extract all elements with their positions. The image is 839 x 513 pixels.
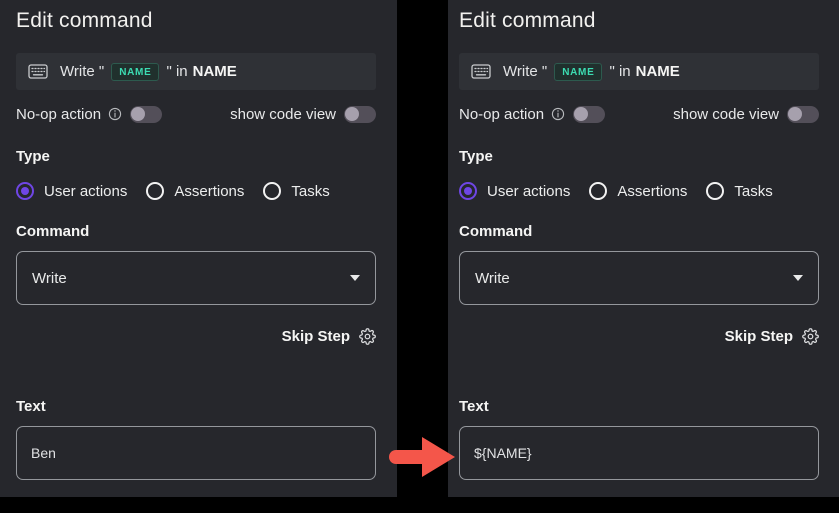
noop-action-label: No-op action [16,106,101,123]
gear-icon[interactable] [359,328,376,345]
keyboard-icon [28,64,48,79]
type-section-label: Type [459,147,819,167]
gear-icon[interactable] [802,328,819,345]
page-title: Edit command [16,8,376,34]
noop-action-toggle[interactable] [573,106,605,123]
variable-badge: NAME [554,63,602,81]
skip-step-label: Skip Step [725,328,793,345]
page-title: Edit command [459,8,819,34]
radio-user-actions[interactable]: User actions [16,182,127,200]
command-dropdown-value: Write [475,270,510,287]
command-preview-target: NAME [636,63,680,80]
noop-action-toggle[interactable] [130,106,162,123]
radio-tasks[interactable]: Tasks [706,182,772,200]
toggle-row: No-op action show code view [16,104,376,124]
command-dropdown[interactable]: Write [459,251,819,305]
radio-assertions[interactable]: Assertions [589,182,687,200]
command-dropdown-value: Write [32,270,67,287]
variable-badge: NAME [111,63,159,81]
type-section-label: Type [16,147,376,167]
text-input[interactable] [459,426,819,480]
radio-assertions[interactable]: Assertions [146,182,244,200]
command-preview-target: NAME [193,63,237,80]
show-code-view-label: show code view [673,106,779,123]
text-input[interactable] [16,426,376,480]
edit-command-panel-after: Edit command Write " NAME " in NAME No-o… [448,0,839,497]
type-radio-group: User actions Assertions Tasks [16,181,376,201]
show-code-view-toggle[interactable] [344,106,376,123]
keyboard-icon [471,64,491,79]
type-radio-group: User actions Assertions Tasks [459,181,819,201]
skip-step-row: Skip Step [459,326,819,346]
radio-circle[interactable] [263,182,281,200]
text-section-label: Text [16,397,376,417]
command-preview-mid: " in [166,63,187,80]
command-section-label: Command [459,222,819,242]
radio-user-actions[interactable]: User actions [459,182,570,200]
text-section-label: Text [459,397,819,417]
command-dropdown[interactable]: Write [16,251,376,305]
command-preview: Write " NAME " in NAME [459,53,819,90]
radio-circle[interactable] [706,182,724,200]
chevron-down-icon [350,275,360,281]
skip-step-row: Skip Step [16,326,376,346]
radio-circle[interactable] [459,182,477,200]
show-code-view-label: show code view [230,106,336,123]
radio-circle[interactable] [16,182,34,200]
noop-action-label: No-op action [459,106,544,123]
edit-command-panel-before: Edit command Write " NAME " in NAME No-o… [0,0,397,497]
radio-circle[interactable] [146,182,164,200]
radio-circle[interactable] [589,182,607,200]
command-preview-prefix: Write " [60,63,104,80]
command-preview-prefix: Write " [503,63,547,80]
radio-tasks[interactable]: Tasks [263,182,329,200]
command-section-label: Command [16,222,376,242]
show-code-view-toggle[interactable] [787,106,819,123]
chevron-down-icon [793,275,803,281]
command-preview: Write " NAME " in NAME [16,53,376,90]
command-preview-mid: " in [609,63,630,80]
info-icon[interactable] [108,107,122,121]
skip-step-label: Skip Step [282,328,350,345]
toggle-row: No-op action show code view [459,104,819,124]
info-icon[interactable] [551,107,565,121]
